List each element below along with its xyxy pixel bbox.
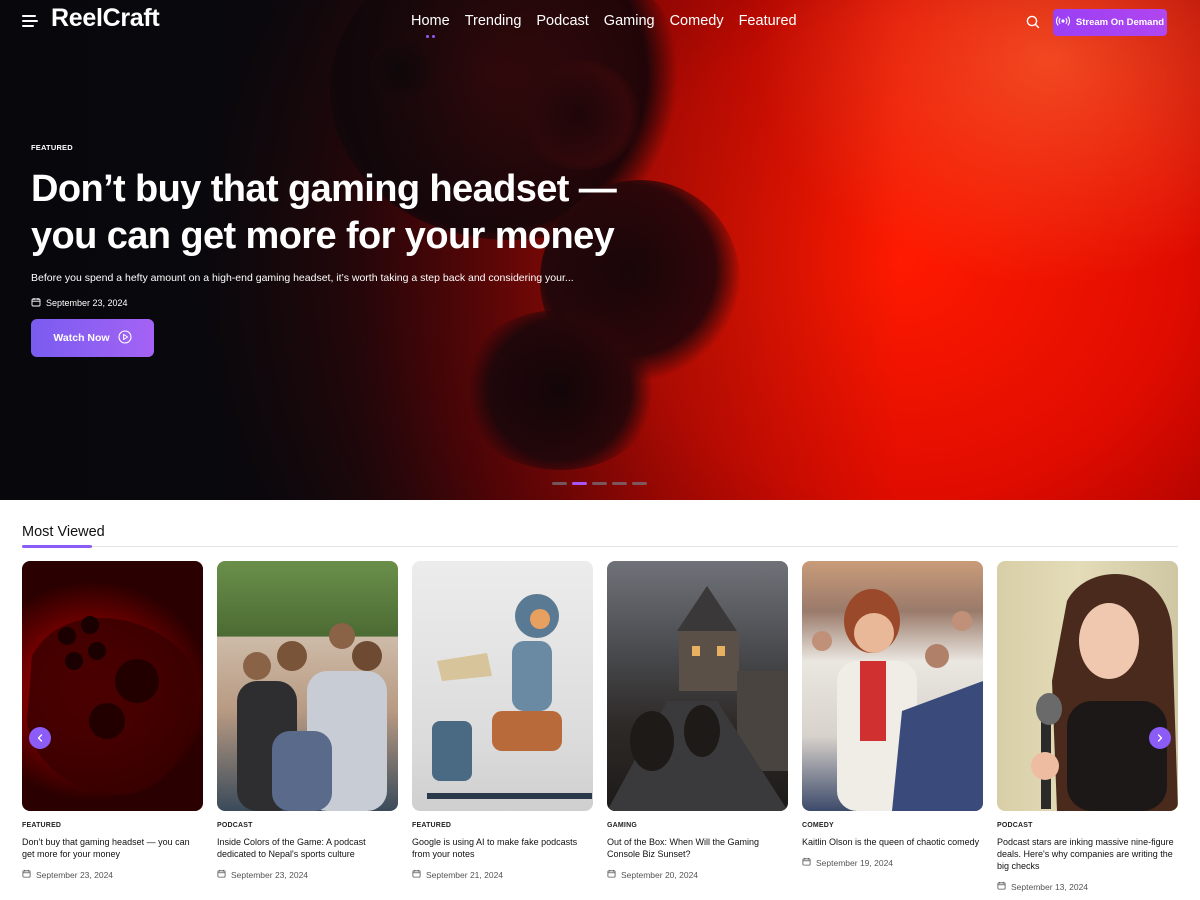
- menu-icon[interactable]: [22, 15, 38, 27]
- most-viewed-header: Most Viewed: [22, 524, 1178, 548]
- site-header: ReelCraft Home Trending Podcast Gaming C…: [0, 0, 1200, 46]
- post-date: September 19, 2024: [802, 857, 983, 868]
- post-date: September 23, 2024: [22, 869, 203, 880]
- post-card: FEATURED Google is using AI to make fake…: [412, 561, 593, 880]
- stream-on-demand-button[interactable]: Stream On Demand: [1053, 9, 1167, 36]
- hero-slider-dots: [552, 482, 647, 485]
- post-title[interactable]: Inside Colors of the Game: A podcast ded…: [217, 836, 398, 860]
- hero-date-text: September 23, 2024: [46, 298, 128, 308]
- post-card: GAMING Out of the Box: When Will the Gam…: [607, 561, 788, 880]
- section-title: Most Viewed: [22, 524, 105, 540]
- post-card: FEATURED Don’t buy that gaming headset —…: [22, 561, 203, 880]
- chevron-right-icon: [1156, 729, 1164, 747]
- post-title[interactable]: Podcast stars are inking massive nine-fi…: [997, 836, 1178, 872]
- nav-active-indicator: [426, 35, 435, 38]
- post-category[interactable]: FEATURED: [412, 822, 593, 829]
- post-thumbnail[interactable]: [802, 561, 983, 811]
- nav-item-podcast[interactable]: Podcast: [536, 13, 588, 29]
- calendar-icon: [802, 857, 811, 868]
- post-thumbnail[interactable]: [997, 561, 1178, 811]
- hero-title[interactable]: Don’t buy that gaming headset — you can …: [31, 166, 651, 260]
- search-icon[interactable]: [1025, 14, 1041, 30]
- calendar-icon: [217, 869, 226, 880]
- hero-date: September 23, 2024: [31, 297, 651, 309]
- post-category[interactable]: COMEDY: [802, 822, 983, 829]
- post-card: COMEDY Kaitlin Olson is the queen of cha…: [802, 561, 983, 868]
- carousel-next-button[interactable]: [1149, 727, 1171, 749]
- post-date-text: September 21, 2024: [426, 869, 504, 880]
- calendar-icon: [31, 297, 41, 309]
- post-category[interactable]: PODCAST: [217, 822, 398, 829]
- hero-category[interactable]: FEATURED: [31, 143, 651, 152]
- post-date-text: September 23, 2024: [36, 869, 114, 880]
- post-date: September 23, 2024: [217, 869, 398, 880]
- post-date: September 21, 2024: [412, 869, 593, 880]
- stream-button-label: Stream On Demand: [1075, 17, 1165, 28]
- post-date: September 13, 2024: [997, 881, 1178, 892]
- post-date-text: September 13, 2024: [1011, 881, 1089, 892]
- post-thumbnail[interactable]: [607, 561, 788, 811]
- post-title[interactable]: Out of the Box: When Will the Gaming Con…: [607, 836, 788, 860]
- calendar-icon: [412, 869, 421, 880]
- post-title[interactable]: Don’t buy that gaming headset — you can …: [22, 836, 203, 860]
- watch-now-button[interactable]: Watch Now: [31, 319, 154, 357]
- post-category[interactable]: PODCAST: [997, 822, 1178, 829]
- post-title[interactable]: Kaitlin Olson is the queen of chaotic co…: [802, 836, 983, 848]
- post-card: PODCAST Inside Colors of the Game: A pod…: [217, 561, 398, 880]
- nav-item-home[interactable]: Home: [411, 13, 450, 29]
- slider-dot-5[interactable]: [632, 482, 647, 485]
- carousel-prev-button[interactable]: [29, 727, 51, 749]
- chevron-left-icon: [36, 729, 44, 747]
- post-date-text: September 23, 2024: [231, 869, 309, 880]
- slider-dot-4[interactable]: [612, 482, 627, 485]
- section-title-underline: [22, 545, 92, 548]
- nav-item-gaming[interactable]: Gaming: [604, 13, 655, 29]
- broadcast-icon: [1055, 16, 1070, 29]
- post-date-text: September 20, 2024: [621, 869, 699, 880]
- post-category[interactable]: GAMING: [607, 822, 788, 829]
- post-card: PODCAST Podcast stars are inking massive…: [997, 561, 1178, 892]
- post-thumbnail[interactable]: [22, 561, 203, 811]
- post-title[interactable]: Google is using AI to make fake podcasts…: [412, 836, 593, 860]
- main-nav: Home Trending Podcast Gaming Comedy Feat…: [411, 13, 797, 38]
- post-date-text: September 19, 2024: [816, 857, 894, 868]
- nav-item-featured[interactable]: Featured: [739, 13, 797, 29]
- calendar-icon: [22, 869, 31, 880]
- hero-content: FEATURED Don’t buy that gaming headset —…: [31, 143, 651, 309]
- nav-item-trending[interactable]: Trending: [465, 13, 522, 29]
- watch-now-label: Watch Now: [53, 332, 110, 344]
- slider-dot-1[interactable]: [552, 482, 567, 485]
- post-thumbnail[interactable]: [412, 561, 593, 811]
- hero-excerpt: Before you spend a hefty amount on a hig…: [31, 272, 574, 284]
- calendar-icon: [607, 869, 616, 880]
- nav-item-comedy[interactable]: Comedy: [670, 13, 724, 29]
- slider-dot-3[interactable]: [592, 482, 607, 485]
- calendar-icon: [997, 881, 1006, 892]
- post-date: September 20, 2024: [607, 869, 788, 880]
- play-circle-icon: [118, 329, 132, 347]
- slider-dot-2[interactable]: [572, 482, 587, 485]
- post-category[interactable]: FEATURED: [22, 822, 203, 829]
- post-thumbnail[interactable]: [217, 561, 398, 811]
- site-logo[interactable]: ReelCraft: [51, 4, 160, 33]
